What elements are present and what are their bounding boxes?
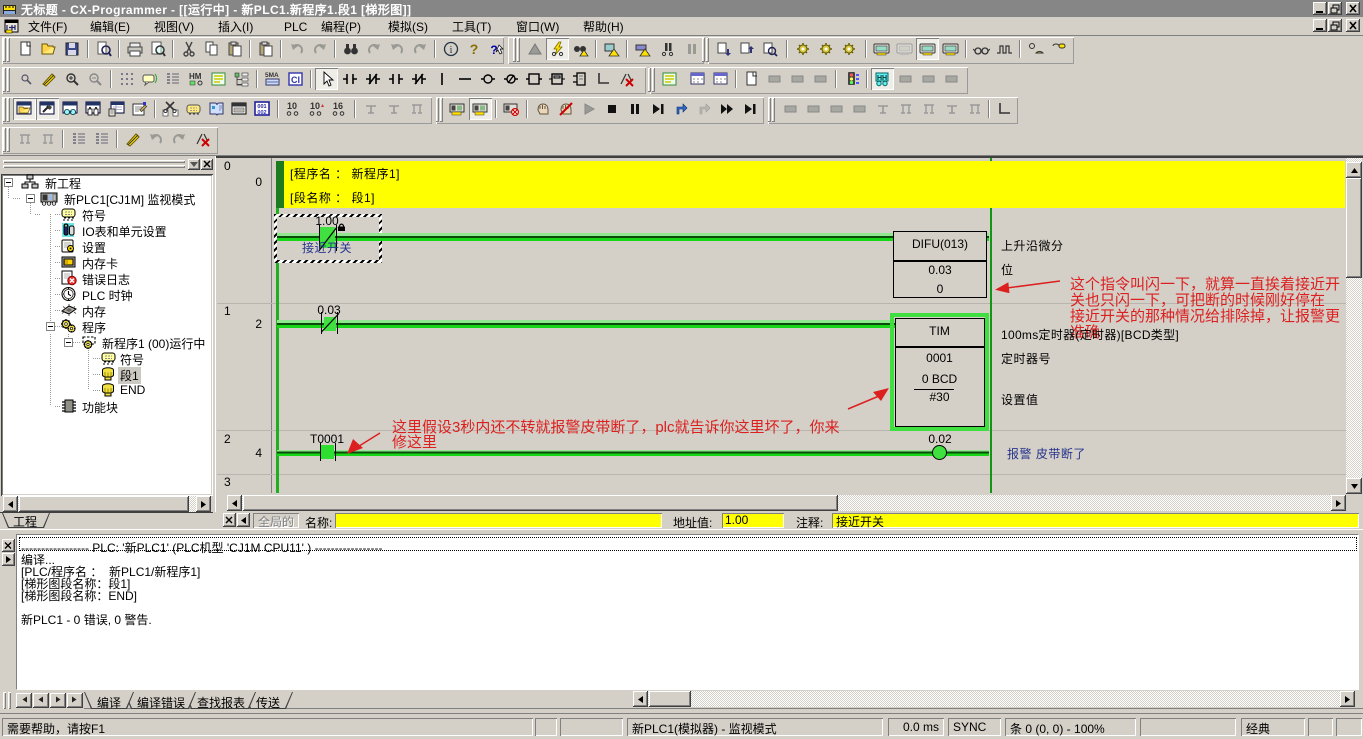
svg-text:CI: CI bbox=[291, 75, 300, 85]
svg-text:10: 10 bbox=[310, 101, 320, 111]
svg-text:16: 16 bbox=[333, 101, 343, 111]
svg-text:5MA: 5MA bbox=[265, 72, 279, 79]
svg-text:i: i bbox=[449, 45, 452, 56]
svg-text:10: 10 bbox=[287, 101, 297, 111]
svg-text:HM: HM bbox=[189, 72, 202, 81]
svg-text:002: 002 bbox=[257, 110, 266, 116]
svg-text:?: ? bbox=[469, 41, 478, 57]
